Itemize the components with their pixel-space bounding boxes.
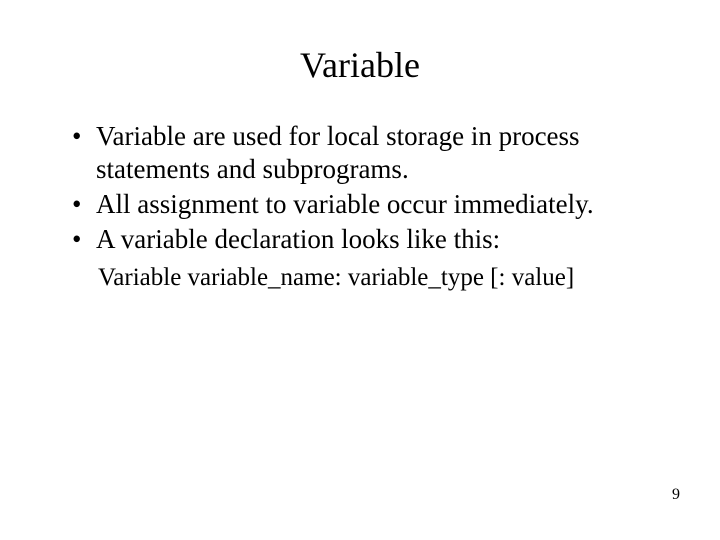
bullet-item: A variable declaration looks like this: <box>68 223 660 256</box>
slide: Variable Variable are used for local sto… <box>0 0 720 540</box>
slide-title: Variable <box>0 0 720 120</box>
bullet-item: Variable are used for local storage in p… <box>68 120 660 186</box>
code-example: Variable variable_name: variable_type [:… <box>68 262 660 295</box>
bullet-item: All assignment to variable occur immedia… <box>68 188 660 221</box>
page-number: 9 <box>672 486 680 504</box>
slide-body: Variable are used for local storage in p… <box>0 120 720 294</box>
bullet-list: Variable are used for local storage in p… <box>68 120 660 256</box>
